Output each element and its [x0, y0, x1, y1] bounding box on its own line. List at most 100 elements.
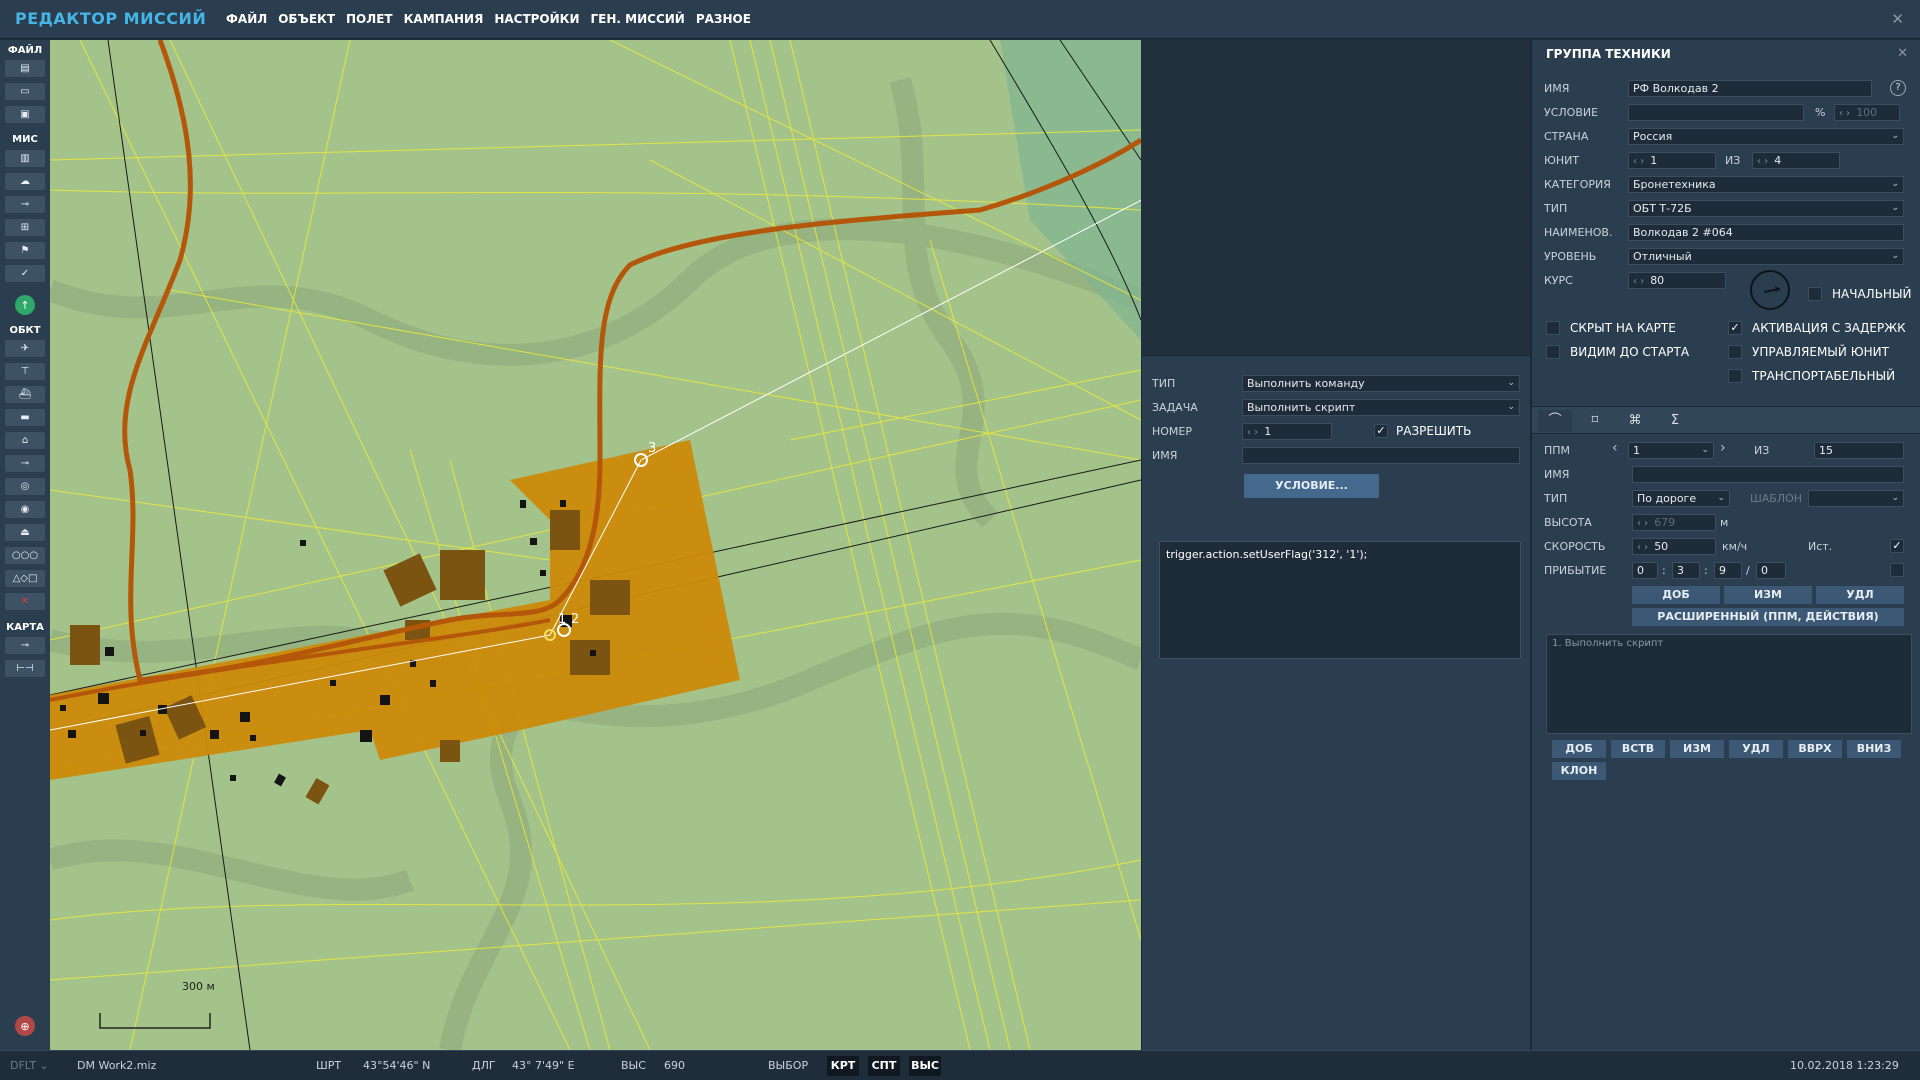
group-name-input[interactable]: РФ Волкодав 2	[1628, 80, 1872, 97]
ruler-button[interactable]: ⊢⊣	[5, 660, 45, 677]
prev-waypoint-icon[interactable]: ‹	[1612, 440, 1618, 456]
tab-payload[interactable]: ⌘	[1618, 410, 1652, 432]
unit-stepper[interactable]: ‹ › 1	[1628, 152, 1716, 169]
category-value: Бронетехника	[1633, 178, 1716, 191]
hidden-on-map-checkbox[interactable]	[1546, 321, 1560, 335]
eta-minutes-input[interactable]: 9	[1714, 562, 1742, 579]
menu-settings[interactable]: НАСТРОЙКИ	[494, 12, 579, 26]
type-select[interactable]: ОБТ Т-72Б ⌄	[1628, 200, 1904, 217]
transportable-checkbox[interactable]	[1728, 369, 1742, 383]
waypoint-type-select[interactable]: По дороге ⌄	[1632, 490, 1730, 507]
menu-object[interactable]: ОБЪЕКТ	[278, 12, 335, 26]
weather-button[interactable]: ☁	[5, 173, 45, 190]
key-icon: ⊸	[20, 640, 30, 651]
add-vehicle-button[interactable]: ▬	[5, 409, 45, 426]
compass-north-button[interactable]: ↑	[15, 295, 35, 315]
waypoint-select[interactable]: 1 ⌄	[1628, 442, 1714, 459]
map-options-button[interactable]: ⊸	[5, 637, 45, 654]
template-select[interactable]: ⌄	[1808, 490, 1904, 507]
satellite-mode-button[interactable]: СПТ	[868, 1056, 900, 1076]
help-icon[interactable]: ?	[1890, 80, 1906, 96]
new-file-button[interactable]: ▤	[5, 60, 45, 77]
check-button[interactable]: ✓	[5, 265, 45, 282]
advanced-waypoint-actions-button[interactable]: РАСШИРЕННЫЙ (ППМ, ДЕЙСТВИЯ)	[1632, 608, 1904, 626]
close-icon[interactable]: ✕	[1897, 46, 1908, 61]
country-select[interactable]: Россия ⌄	[1628, 128, 1904, 145]
zones-button[interactable]: ⊞	[5, 219, 45, 236]
condition-button[interactable]: УСЛОВИЕ...	[1244, 474, 1379, 498]
next-waypoint-icon[interactable]: ›	[1720, 440, 1726, 456]
skill-select[interactable]: Отличный ⌄	[1628, 248, 1904, 265]
edit-waypoint-button[interactable]: ИЗМ	[1724, 586, 1812, 604]
menu-file[interactable]: ФАЙЛ	[226, 12, 267, 26]
action-name-input[interactable]	[1242, 447, 1520, 464]
condition-input[interactable]	[1628, 104, 1804, 121]
script-textarea[interactable]: trigger.action.setUserFlag('312', '1');	[1159, 541, 1521, 659]
map-mode-button[interactable]: КРТ	[827, 1056, 859, 1076]
altitude-mode-button[interactable]: ВЫС	[909, 1056, 941, 1076]
initial-checkbox[interactable]	[1808, 287, 1822, 301]
heading-stepper[interactable]: ‹ › 80	[1628, 272, 1726, 289]
visible-before-start-checkbox[interactable]	[1546, 345, 1560, 359]
late-activation-checkbox[interactable]: ✓	[1728, 321, 1742, 335]
add-plane-button[interactable]: ✈	[5, 340, 45, 357]
briefing-button[interactable]: ▥	[5, 150, 45, 167]
true-speed-checkbox[interactable]: ✓	[1890, 539, 1904, 553]
heading-dial[interactable]	[1750, 270, 1790, 310]
action-edit-button[interactable]: ИЗМ	[1670, 740, 1724, 758]
add-shapes-button[interactable]: △◇□	[5, 570, 45, 587]
add-group-button[interactable]: ○○○	[5, 547, 45, 564]
goals-button[interactable]: ⚑	[5, 242, 45, 259]
category-select[interactable]: Бронетехника ⌄	[1628, 176, 1904, 193]
action-down-button[interactable]: ВНИЗ	[1847, 740, 1901, 758]
add-helicopter-button[interactable]: ⊤	[5, 363, 45, 380]
tab-route[interactable]: ⌒	[1538, 410, 1572, 432]
add-static-object-button[interactable]: ⊸	[5, 455, 45, 472]
open-file-button[interactable]: ▭	[5, 83, 45, 100]
folder-icon: ▭	[20, 86, 30, 97]
exit-button[interactable]: ⊕	[15, 1016, 35, 1036]
action-delete-button[interactable]: УДЛ	[1729, 740, 1783, 758]
add-static-button[interactable]: ⌂	[5, 432, 45, 449]
eta-hours-input[interactable]: 3	[1672, 562, 1700, 579]
eta-lock-checkbox[interactable]	[1890, 563, 1904, 577]
add-template-button[interactable]: ◎	[5, 478, 45, 495]
eta-days-input[interactable]: 0	[1632, 562, 1658, 579]
selection-label: ВЫБОР	[768, 1059, 809, 1072]
enable-checkbox[interactable]: ✓	[1374, 424, 1388, 438]
save-file-button[interactable]: ▣	[5, 106, 45, 123]
unit-total-stepper[interactable]: ‹ › 4	[1752, 152, 1840, 169]
add-ship-button[interactable]: ⛴	[5, 386, 45, 403]
speed-stepper[interactable]: ‹ › 50	[1632, 538, 1716, 555]
eta-seconds-input[interactable]: 0	[1756, 562, 1786, 579]
delete-waypoint-button[interactable]: УДЛ	[1816, 586, 1904, 604]
tab-triggered-actions[interactable]: ⌑	[1578, 410, 1612, 432]
altitude-stepper[interactable]: ‹ › 679	[1632, 514, 1716, 531]
action-clone-button[interactable]: КЛОН	[1552, 762, 1606, 780]
delete-button[interactable]: ✕	[5, 593, 45, 610]
controllable-checkbox[interactable]	[1728, 345, 1742, 359]
profile-select[interactable]: DFLT ⌄	[10, 1059, 49, 1072]
action-add-button[interactable]: ДОБ	[1552, 740, 1606, 758]
triggers-button[interactable]: ⊸	[5, 196, 45, 213]
list-item[interactable]: 1. Выполнить скрипт	[1552, 638, 1906, 649]
callsign-input[interactable]: Волкодав 2 #064	[1628, 224, 1904, 241]
tab-summary[interactable]: Σ	[1658, 410, 1692, 432]
add-farp-button[interactable]: ⏏	[5, 524, 45, 541]
waypoint-actions-list[interactable]: 1. Выполнить скрипт	[1546, 634, 1912, 734]
menu-campaign[interactable]: КАМПАНИЯ	[404, 12, 484, 26]
action-task-select[interactable]: Выполнить скрипт ⌄	[1242, 399, 1520, 416]
menu-flight[interactable]: ПОЛЕТ	[346, 12, 393, 26]
probability-stepper[interactable]: ‹ › 100	[1834, 104, 1900, 121]
action-up-button[interactable]: ВВРХ	[1788, 740, 1842, 758]
mission-map[interactable]: 1 2 3 4 300 м	[50, 40, 1141, 1050]
add-waypoint-button[interactable]: ДОБ	[1632, 586, 1720, 604]
add-nav-point-button[interactable]: ◉	[5, 501, 45, 518]
action-type-select[interactable]: Выполнить команду ⌄	[1242, 375, 1520, 392]
action-insert-button[interactable]: ВСТВ	[1611, 740, 1665, 758]
menu-misc[interactable]: РАЗНОЕ	[696, 12, 751, 26]
waypoint-name-input[interactable]	[1632, 466, 1904, 483]
action-number-stepper[interactable]: ‹ › 1	[1242, 423, 1332, 440]
close-icon[interactable]: ✕	[1891, 10, 1904, 28]
menu-mission-generator[interactable]: ГЕН. МИССИЙ	[591, 12, 685, 26]
